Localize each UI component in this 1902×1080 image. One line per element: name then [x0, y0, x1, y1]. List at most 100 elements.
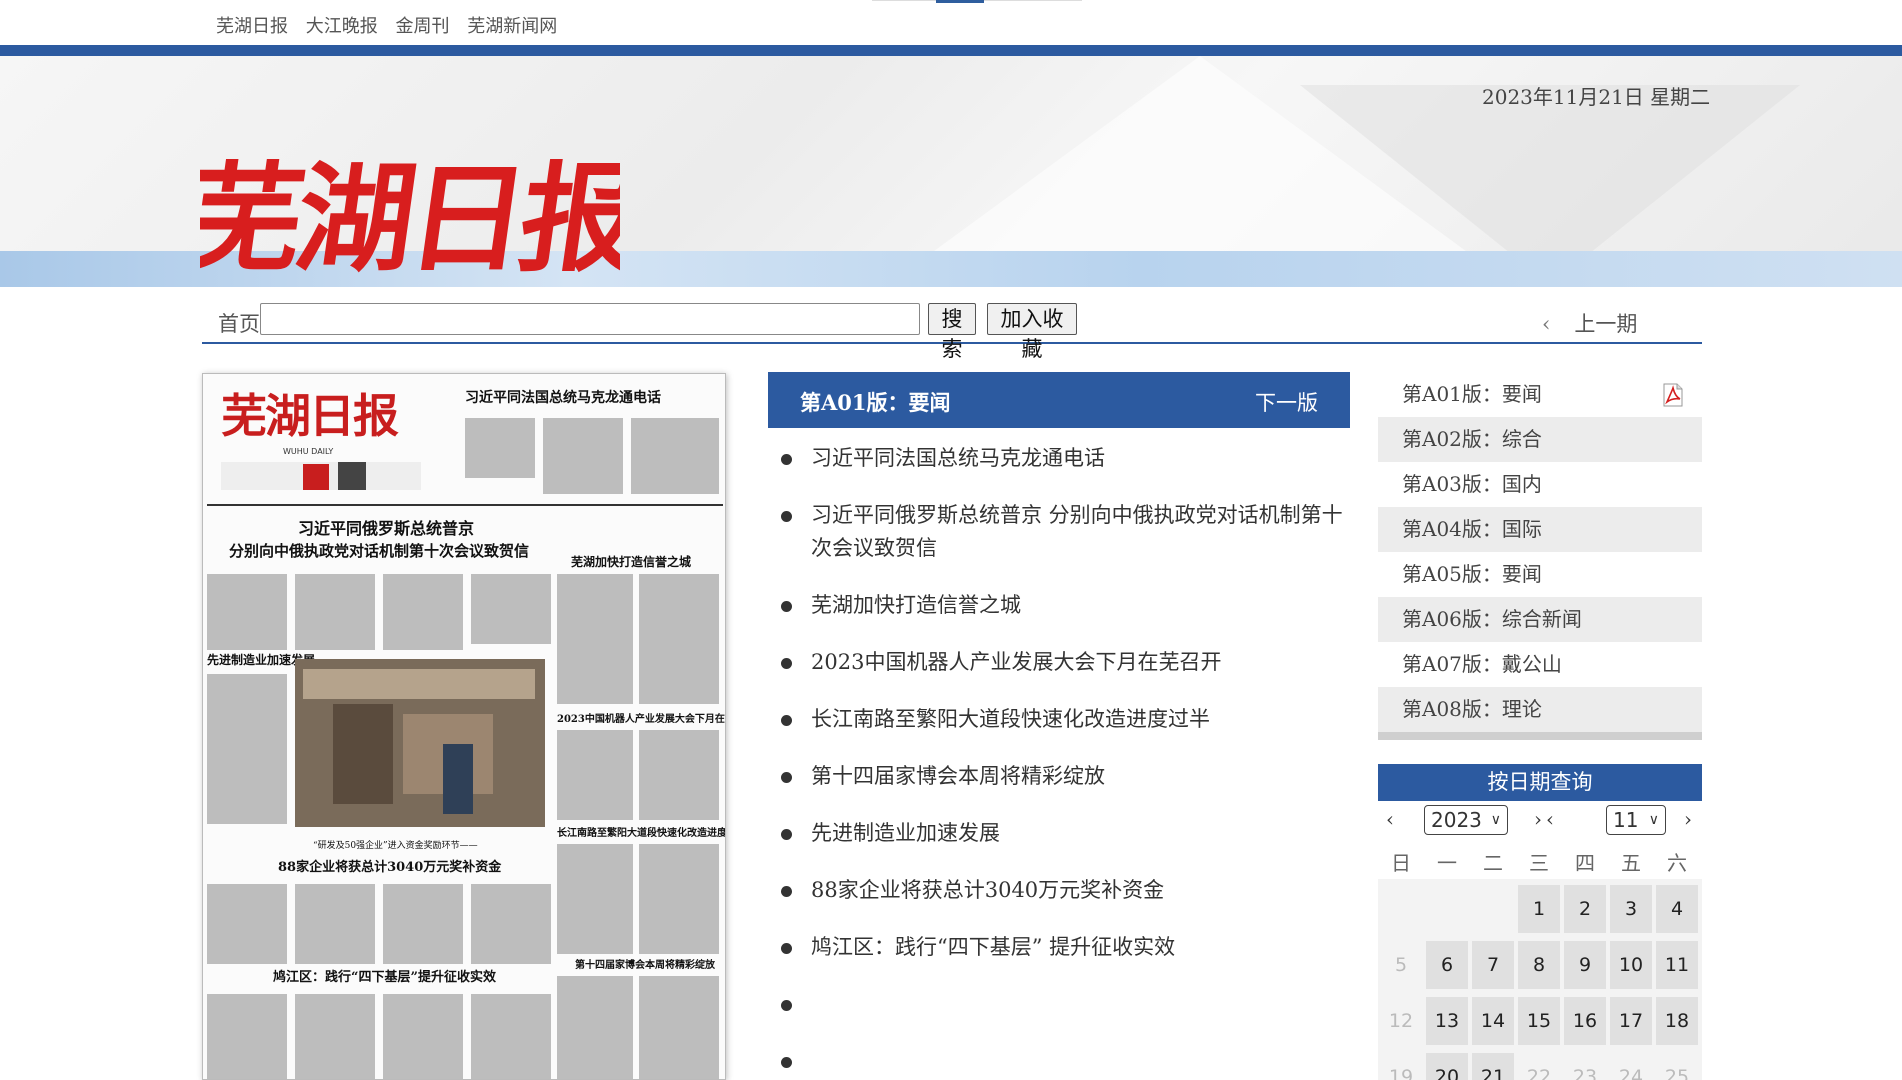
- page-item[interactable]: 第A01版：要闻: [1378, 372, 1702, 417]
- next-year-icon[interactable]: ›: [1534, 807, 1542, 831]
- calendar-day[interactable]: 10: [1610, 941, 1652, 989]
- paper-kicker: “研发及50强企业”进入资金奖励环节——: [313, 839, 478, 851]
- calendar-day: 22: [1526, 1066, 1552, 1080]
- paper-headline-bottom: 鸠江区：践行“四下基层”提升征收实效: [273, 969, 497, 985]
- page-item-label: 第A05版：要闻: [1402, 562, 1542, 586]
- article-title: 鸠江区：践行“四下基层” 提升征收实效: [811, 935, 1176, 959]
- date-calendar: 按日期查询 ‹ 2023 ∨ › ‹ 11 ∨ › 日 一 二 三 四 五 六 12…: [1378, 764, 1702, 1080]
- calendar-day[interactable]: 21: [1472, 1053, 1514, 1080]
- calendar-day[interactable]: 1: [1518, 885, 1560, 933]
- page-item[interactable]: 第A07版：戴公山: [1378, 642, 1702, 687]
- calendar-day[interactable]: 20: [1426, 1053, 1468, 1080]
- calendar-day[interactable]: 2: [1564, 885, 1606, 933]
- calendar-day[interactable]: 7: [1472, 941, 1514, 989]
- prev-issue-label: 上一期: [1574, 312, 1638, 336]
- calendar-empty-cell: [1380, 885, 1422, 933]
- article-item[interactable]: 长江南路至繁阳大道段快速化改造进度过半: [778, 703, 1350, 736]
- chevron-left-icon: ‹: [1542, 312, 1551, 336]
- chevron-down-icon: ∨: [1648, 812, 1659, 828]
- issue-date: 2023年11月21日 星期二: [1482, 85, 1711, 109]
- paper-headline-main-2: 分别向中俄执政党对话机制第十次会议致贺信: [229, 542, 529, 560]
- article-title: 长江南路至繁阳大道段快速化改造进度过半: [811, 707, 1210, 731]
- article-title: 芜湖加快打造信誉之城: [811, 593, 1021, 617]
- bullet-icon: [781, 454, 792, 465]
- calendar-day[interactable]: 16: [1564, 997, 1606, 1045]
- calendar-day[interactable]: 17: [1610, 997, 1652, 1045]
- paper-side-3: 2023中国机器人产业发展大会下月在芜召开: [557, 712, 726, 725]
- page-item-label: 第A06版：综合新闻: [1402, 607, 1582, 631]
- calendar-day[interactable]: 15: [1518, 997, 1560, 1045]
- article-item[interactable]: 习近平同法国总统马克龙通电话: [778, 442, 1350, 475]
- article-title: 88家企业将获总计3040万元奖补资金: [811, 878, 1165, 902]
- chevron-down-icon: ∨: [1490, 812, 1501, 828]
- weekday-label: 六: [1667, 851, 1687, 875]
- page-item[interactable]: 第A06版：综合新闻: [1378, 597, 1702, 642]
- next-month-icon[interactable]: ›: [1684, 807, 1692, 831]
- top-link-golden-weekly[interactable]: 金周刊: [395, 16, 449, 37]
- article-item[interactable]: 鸠江区：践行“四下基层” 提升征收实效: [778, 931, 1350, 964]
- banner-top-stripe: [0, 45, 1902, 56]
- article-item[interactable]: 88家企业将获总计3040万元奖补资金: [778, 874, 1350, 907]
- month-select[interactable]: 11 ∨: [1606, 805, 1666, 835]
- calendar-day[interactable]: 9: [1564, 941, 1606, 989]
- paper-headline-main-1: 习近平同俄罗斯总统普京: [298, 519, 474, 538]
- top-link-wuhu-daily[interactable]: 芜湖日报: [216, 16, 288, 37]
- weekday-label: 三: [1529, 851, 1549, 875]
- calendar-nav: ‹ 2023 ∨ › ‹ 11 ∨ ›: [1378, 801, 1702, 839]
- header-banner: 芜湖日报 2023年11月21日 星期二: [0, 45, 1902, 287]
- calendar-day[interactable]: 8: [1518, 941, 1560, 989]
- article-item[interactable]: 习近平同俄罗斯总统普京 分别向中俄执政党对话机制第十次会议致贺信: [778, 499, 1350, 565]
- article-title: 习近平同俄罗斯总统普京 分别向中俄执政党对话机制第十次会议致贺信: [811, 503, 1343, 560]
- search-button[interactable]: 搜索: [928, 303, 976, 361]
- calendar-day[interactable]: 13: [1426, 997, 1468, 1045]
- top-link-dajiang-evening[interactable]: 大江晚报: [306, 16, 378, 37]
- weekday-header: 日 一 二 三 四 五 六: [1378, 839, 1702, 879]
- page-item[interactable]: 第A02版：综合: [1378, 417, 1702, 462]
- article-item[interactable]: 第十四届家博会本周将精彩绽放: [778, 760, 1350, 793]
- newspaper-page-image[interactable]: 芜湖日报 WUHU DAILY 习近平同法国总统马克龙通电话 习近平同俄罗斯总统…: [202, 373, 726, 1080]
- calendar-day[interactable]: 11: [1656, 941, 1698, 989]
- nav-row: 首页 搜索 加入收藏 ‹ 上一期: [202, 300, 1702, 361]
- search-input[interactable]: [260, 303, 920, 335]
- add-favorite-button[interactable]: 加入收藏: [987, 303, 1077, 361]
- page-item[interactable]: 第A08版：理论: [1378, 687, 1702, 732]
- page-item[interactable]: 第A04版：国际: [1378, 507, 1702, 552]
- page-item[interactable]: 第A03版：国内: [1378, 462, 1702, 507]
- article-item[interactable]: 芜湖加快打造信誉之城: [778, 589, 1350, 622]
- article-item[interactable]: 2023中国机器人产业发展大会下月在芜召开: [778, 646, 1350, 679]
- pdf-icon[interactable]: [1662, 383, 1684, 407]
- bullet-icon: [781, 943, 792, 954]
- article-item[interactable]: [778, 1045, 1350, 1078]
- calendar-empty-cell: [1472, 885, 1514, 933]
- page-item[interactable]: 第A05版：要闻: [1378, 552, 1702, 597]
- bullet-icon: [781, 715, 792, 726]
- article-title: 第十四届家博会本周将精彩绽放: [811, 764, 1105, 788]
- next-section-link[interactable]: 下一版: [1255, 387, 1318, 417]
- calendar-day: 19: [1388, 1066, 1414, 1080]
- calendar-day: 5: [1394, 954, 1408, 976]
- calendar-day[interactable]: 18: [1656, 997, 1698, 1045]
- calendar-day[interactable]: 4: [1656, 885, 1698, 933]
- paper-subtitle: WUHU DAILY: [283, 447, 333, 456]
- month-value: 11: [1613, 808, 1639, 832]
- weekday-label: 日: [1391, 851, 1411, 875]
- calendar-day[interactable]: 14: [1472, 997, 1514, 1045]
- home-link[interactable]: 首页: [218, 308, 260, 338]
- weekday-label: 一: [1437, 851, 1457, 875]
- year-select[interactable]: 2023 ∨: [1424, 805, 1508, 835]
- prev-issue-link[interactable]: ‹ 上一期: [1542, 308, 1637, 338]
- bullet-icon: [781, 601, 792, 612]
- bullet-icon: [781, 886, 792, 897]
- masthead-logo: 芜湖日报: [200, 150, 620, 287]
- page-item-label: 第A03版：国内: [1402, 472, 1542, 496]
- calendar-title: 按日期查询: [1378, 764, 1702, 801]
- page-list: 第A01版：要闻 第A02版：综合 第A03版：国内 第A04版：国际 第A05…: [1378, 372, 1702, 740]
- calendar-day[interactable]: 3: [1610, 885, 1652, 933]
- article-item[interactable]: 先进制造业加速发展: [778, 817, 1350, 850]
- prev-month-icon[interactable]: ‹: [1546, 807, 1554, 831]
- prev-year-icon[interactable]: ‹: [1386, 807, 1394, 831]
- calendar-day[interactable]: 6: [1426, 941, 1468, 989]
- top-link-wuhu-news[interactable]: 芜湖新闻网: [467, 16, 557, 37]
- paper-side-1: 芜湖加快打造信誉之城: [571, 554, 691, 569]
- article-item[interactable]: [778, 988, 1350, 1021]
